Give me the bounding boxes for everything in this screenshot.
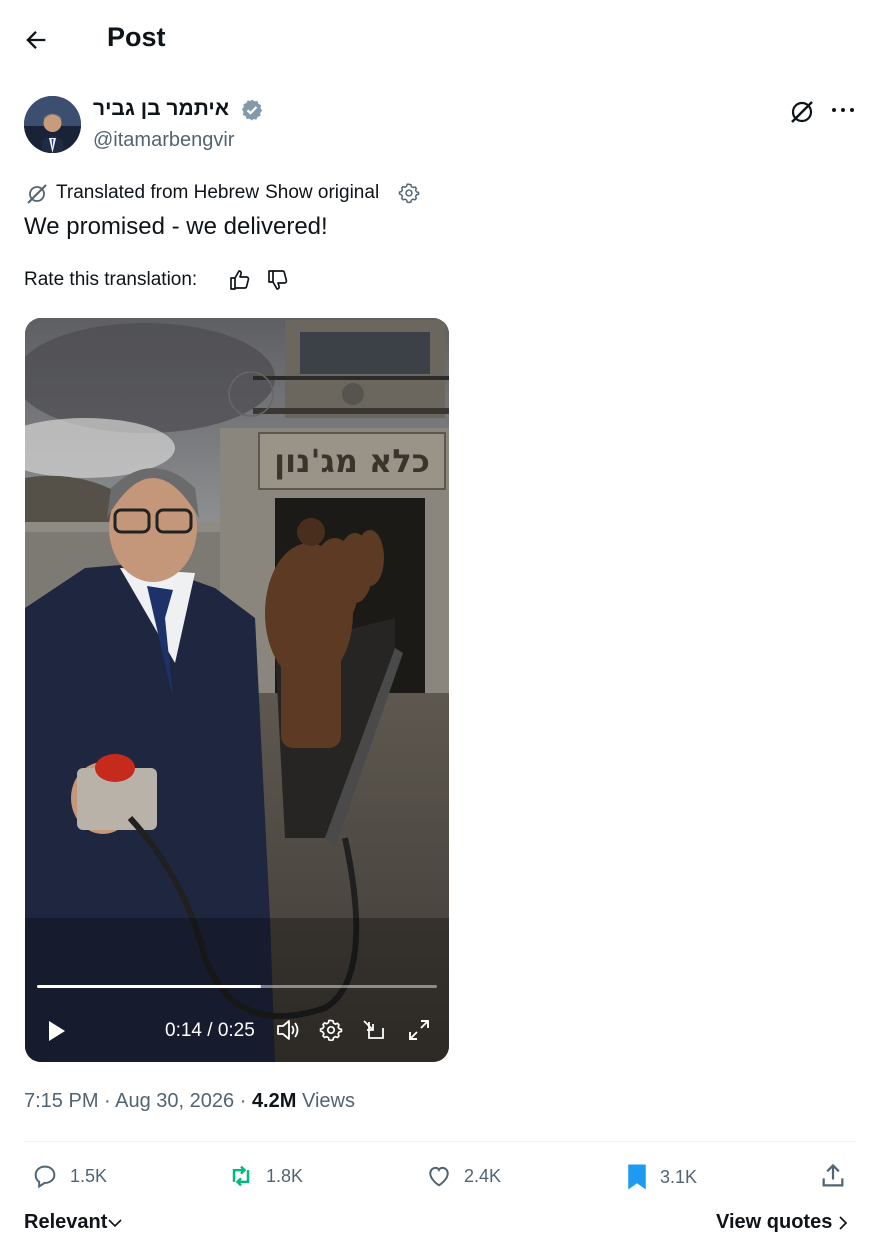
sort-replies-dropdown[interactable]: Relevant [24, 1211, 123, 1234]
fullscreen-icon[interactable] [407, 1018, 431, 1042]
repost-icon [226, 1162, 256, 1190]
rate-translation-label: Rate this translation: [24, 269, 198, 290]
page-title: Post [107, 22, 166, 52]
video-settings-gear-icon[interactable] [319, 1018, 343, 1042]
share-button[interactable] [818, 1162, 858, 1190]
video-frame-image: כלא מג'נון [25, 318, 449, 1062]
heart-icon [424, 1162, 454, 1190]
chevron-right-icon [838, 1215, 848, 1231]
prison-sign-text: כלא מג'נון [274, 442, 430, 480]
divider [24, 1141, 856, 1142]
volume-icon[interactable] [275, 1018, 301, 1042]
author-handle[interactable]: @itamarbengvir [93, 129, 234, 152]
post-time[interactable]: 7:15 PM [24, 1090, 98, 1112]
video-time: 0:14 / 0:25 [165, 1020, 255, 1041]
chevron-down-icon [107, 1217, 123, 1229]
picture-in-picture-icon[interactable] [361, 1018, 387, 1042]
thumbs-down-icon[interactable] [266, 268, 290, 292]
video-progress-fill [37, 985, 261, 988]
like-count: 2.4K [464, 1165, 502, 1186]
bookmark-count: 3.1K [660, 1166, 698, 1187]
views-count: 4.2M [251, 1090, 297, 1112]
repost-button[interactable]: 1.8K [226, 1162, 303, 1190]
repost-count: 1.8K [266, 1165, 304, 1186]
back-arrow-icon[interactable] [22, 26, 54, 54]
bookmark-button[interactable]: 3.1K [624, 1162, 697, 1192]
author-name[interactable]: איתמר בן גביר [93, 97, 229, 121]
view-quotes-label: View quotes [716, 1211, 833, 1233]
show-original-link[interactable]: Show original [265, 182, 379, 203]
like-button[interactable]: 2.4K [424, 1162, 501, 1190]
translation-settings-gear-icon[interactable] [398, 182, 420, 204]
video-progress-bar[interactable] [37, 985, 437, 988]
verified-badge-icon [240, 98, 264, 122]
reply-icon [30, 1162, 60, 1190]
bookmark-icon [624, 1162, 650, 1192]
reply-button[interactable]: 1.5K [30, 1162, 107, 1190]
post-date[interactable]: Aug 30, 2026 [115, 1090, 234, 1112]
reply-count: 1.5K [70, 1165, 108, 1186]
avatar[interactable] [24, 96, 81, 153]
views-label: Views [301, 1090, 355, 1112]
translation-label: Translated from Hebrew [56, 182, 260, 203]
post-meta: 7:15 PM · Aug 30, 2026 · 4.2M Views [24, 1090, 355, 1112]
video-player[interactable]: כלא מג'נון 0:14 / 0:25 [25, 318, 449, 1062]
grok-icon[interactable] [788, 98, 816, 126]
play-icon[interactable] [47, 1020, 67, 1042]
thumbs-up-icon[interactable] [228, 268, 252, 292]
translate-icon [25, 182, 49, 206]
share-icon [818, 1162, 848, 1190]
more-options-icon[interactable] [830, 100, 856, 120]
post-text: We promised - we delivered! [24, 213, 328, 240]
sort-label: Relevant [24, 1211, 108, 1233]
view-quotes-link[interactable]: View quotes [716, 1211, 848, 1234]
